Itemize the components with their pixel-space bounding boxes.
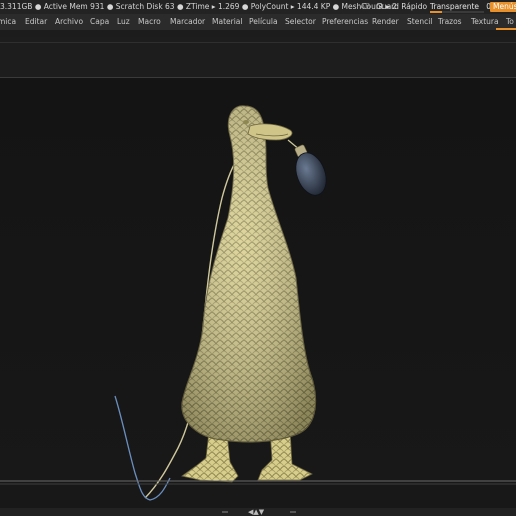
transparency-fill bbox=[430, 11, 442, 13]
menu-bar: mica Editar Archivo Capa Luz Macro Marca… bbox=[0, 14, 516, 30]
tray-marker-right bbox=[290, 511, 296, 513]
menu-item-capa[interactable]: Capa bbox=[90, 14, 109, 30]
status-stats: 3.311GB ● Active Mem 931 ● Scratch Disk … bbox=[0, 2, 397, 11]
scratch-disk-stat: Scratch Disk 63 bbox=[115, 2, 175, 11]
menu-item-trazos[interactable]: Trazos bbox=[438, 14, 462, 30]
menu-item-pelicula[interactable]: Película bbox=[249, 14, 278, 30]
transparency-track[interactable] bbox=[430, 11, 484, 13]
toolbar-divider bbox=[0, 42, 516, 43]
tray-toggle-arrows[interactable]: ◀▲▼ bbox=[248, 508, 264, 516]
active-mem-stat: Active Mem 931 bbox=[43, 2, 105, 11]
menu-item-luz[interactable]: Luz bbox=[117, 14, 130, 30]
top-shelf bbox=[0, 37, 516, 78]
menu-item-editar[interactable]: Editar bbox=[25, 14, 47, 30]
menu-item-marcador[interactable]: Marcador bbox=[170, 14, 205, 30]
transparency-label: Transparente bbox=[430, 2, 480, 11]
ztime-stat: ZTime ▸ 1.269 bbox=[185, 2, 240, 11]
model-render bbox=[0, 105, 516, 501]
menu-item-preferencias[interactable]: Preferencias bbox=[322, 14, 368, 30]
menu-item-textura[interactable]: Textura bbox=[471, 14, 499, 30]
duck-model bbox=[181, 105, 317, 483]
menu-item-mica[interactable]: mica bbox=[0, 14, 16, 30]
menu-item-stencil[interactable]: Stencil bbox=[407, 14, 432, 30]
ai-label[interactable]: AB bbox=[360, 0, 370, 14]
menu-item-render[interactable]: Render bbox=[372, 14, 399, 30]
document-canvas[interactable] bbox=[0, 78, 516, 508]
quick-save-button[interactable]: Guard Rápido bbox=[376, 0, 427, 14]
bottom-tray: ◀▲▼ bbox=[0, 508, 516, 516]
polycount-stat: PolyCount ▸ 144.4 KP bbox=[250, 2, 331, 11]
menu-item-material[interactable]: Material bbox=[212, 14, 242, 30]
menu-item-archivo[interactable]: Archivo bbox=[55, 14, 83, 30]
tray-marker-left bbox=[222, 511, 228, 513]
active-menu-indicator bbox=[496, 28, 516, 30]
menu-item-selector[interactable]: Selector bbox=[285, 14, 316, 30]
menus-button[interactable]: Menús bbox=[490, 2, 516, 12]
transparency-slider[interactable]: Transparente 0 bbox=[430, 0, 491, 14]
menu-item-macro[interactable]: Macro bbox=[138, 14, 161, 30]
status-bar: 3.311GB ● Active Mem 931 ● Scratch Disk … bbox=[0, 0, 516, 14]
free-mem-stat: 3.311GB bbox=[0, 2, 33, 11]
light-bulb bbox=[287, 139, 327, 196]
